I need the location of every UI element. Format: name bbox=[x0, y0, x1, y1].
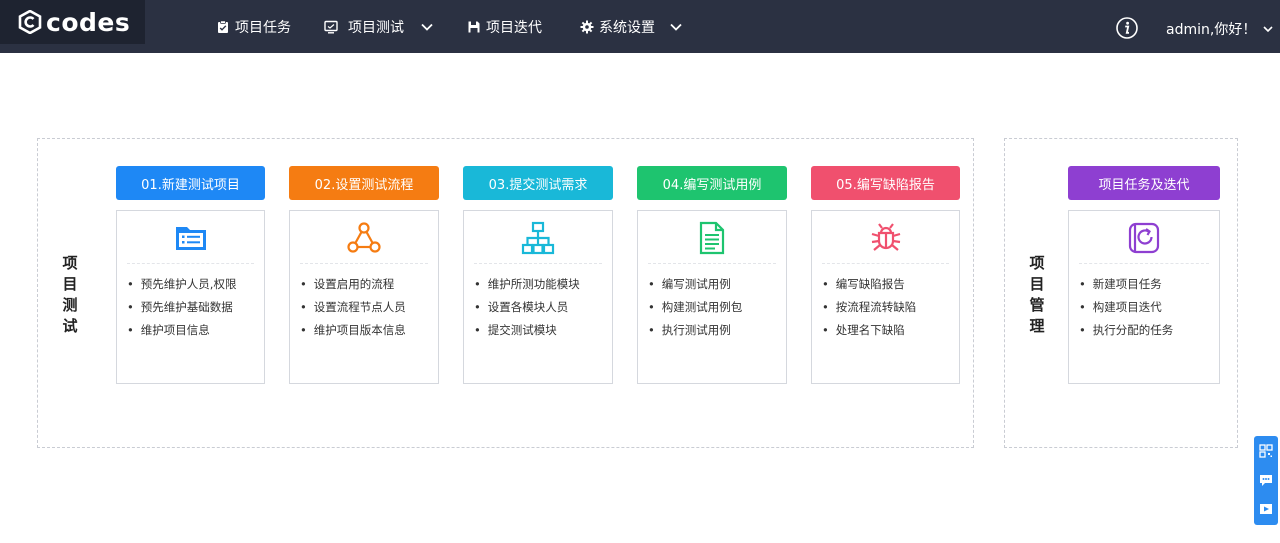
nav-item-project-tasks[interactable]: 项目任务 bbox=[216, 0, 291, 53]
divider bbox=[300, 263, 428, 264]
step-tasks-iterations-card: 新建项目任务 构建项目迭代 执行分配的任务 bbox=[1068, 210, 1220, 384]
list-item: 维护项目版本信息 bbox=[300, 319, 406, 342]
workflow-icon bbox=[347, 222, 381, 253]
list-item: 预先维护基础数据 bbox=[127, 296, 236, 319]
step-write-test-cases-header[interactable]: 04.编写测试用例 bbox=[637, 166, 787, 200]
step-bug-report-card: 编写缺陷报告 按流程流转缺陷 处理名下缺陷 bbox=[811, 210, 960, 384]
step-title: 02.设置测试流程 bbox=[314, 177, 414, 193]
title-char: 项 bbox=[62, 254, 78, 272]
top-navigation-bar: codes 项目任务 项目测试 项目迭代 系统设置 admin,你好！ bbox=[0, 0, 1280, 53]
nav-label: 项目迭代 bbox=[486, 19, 542, 36]
task-cycle-icon bbox=[1128, 222, 1160, 254]
list-item: 新建项目任务 bbox=[1079, 273, 1173, 296]
nav-item-project-testing[interactable]: 项目测试 bbox=[324, 0, 434, 53]
nav-item-project-iteration[interactable]: 项目迭代 bbox=[467, 0, 542, 53]
title-char: 理 bbox=[1029, 317, 1045, 335]
list-item: 执行分配的任务 bbox=[1079, 319, 1174, 342]
list-item: 编写测试用例 bbox=[648, 273, 742, 296]
user-greeting: admin,你好！ bbox=[1166, 21, 1257, 38]
step-task-list: 编写测试用例 构建测试用例包 执行测试用例 bbox=[648, 273, 743, 342]
step-task-list: 编写缺陷报告 按流程流转缺陷 处理名下缺陷 bbox=[822, 273, 917, 342]
list-item: 提交测试模块 bbox=[474, 319, 580, 342]
step-title: 01.新建测试项目 bbox=[141, 177, 240, 193]
title-char: 测 bbox=[62, 296, 78, 314]
title-char: 目 bbox=[1029, 275, 1045, 293]
info-icon[interactable] bbox=[1115, 16, 1139, 40]
step-title: 项目任务及迭代 bbox=[1098, 177, 1190, 193]
folder-list-icon bbox=[175, 227, 206, 250]
step-bug-report-header[interactable]: 05.编写缺陷报告 bbox=[811, 166, 960, 200]
bug-icon bbox=[871, 223, 900, 251]
logo-text: codes bbox=[46, 7, 131, 37]
nav-item-system-settings[interactable]: 系统设置 bbox=[580, 0, 683, 53]
step-task-list: 新建项目任务 构建项目迭代 执行分配的任务 bbox=[1079, 273, 1174, 342]
step-task-list: 维护所测功能模块 设置各模块人员 提交测试模块 bbox=[474, 273, 580, 342]
clipboard-icon bbox=[218, 19, 228, 33]
list-item: 预先维护人员,权限 bbox=[127, 273, 237, 296]
step-submit-requirements-card: 维护所测功能模块 设置各模块人员 提交测试模块 bbox=[463, 210, 613, 384]
step-test-workflow-card: 设置启用的流程 设置流程节点人员 维护项目版本信息 bbox=[289, 210, 439, 384]
project-testing-title: 项 目 测 试 bbox=[61, 253, 79, 337]
list-item: 按流程流转缺陷 bbox=[822, 296, 917, 319]
floating-side-toolbar bbox=[1254, 436, 1278, 525]
divider bbox=[474, 263, 602, 264]
nav-label: 项目任务 bbox=[235, 19, 291, 36]
list-item: 构建测试用例包 bbox=[648, 296, 743, 319]
project-management-title: 项 目 管 理 bbox=[1028, 253, 1046, 337]
divider bbox=[648, 263, 776, 264]
title-char: 管 bbox=[1029, 296, 1045, 314]
title-char: 目 bbox=[62, 275, 78, 293]
nav-label: 项目测试 bbox=[348, 19, 404, 36]
step-title: 05.编写缺陷报告 bbox=[836, 177, 935, 193]
app-logo[interactable]: codes bbox=[0, 0, 145, 44]
step-test-workflow-header[interactable]: 02.设置测试流程 bbox=[289, 166, 439, 200]
chevron-down-icon bbox=[1263, 25, 1273, 32]
monitor-icon bbox=[324, 20, 338, 34]
step-task-list: 预先维护人员,权限 预先维护基础数据 维护项目信息 bbox=[127, 273, 237, 342]
divider bbox=[127, 263, 254, 264]
step-tasks-iterations-header[interactable]: 项目任务及迭代 bbox=[1068, 166, 1220, 200]
list-item: 设置启用的流程 bbox=[300, 273, 406, 296]
save-icon bbox=[468, 21, 480, 32]
list-item: 编写缺陷报告 bbox=[822, 273, 916, 296]
step-write-test-cases-card: 编写测试用例 构建测试用例包 执行测试用例 bbox=[637, 210, 787, 384]
list-item: 设置流程节点人员 bbox=[300, 296, 406, 319]
list-item: 设置各模块人员 bbox=[474, 296, 580, 319]
user-menu[interactable]: admin,你好！ bbox=[1166, 0, 1274, 57]
chevron-down-icon bbox=[421, 23, 433, 31]
list-item: 构建项目迭代 bbox=[1079, 296, 1173, 319]
step-submit-requirements-header[interactable]: 03.提交测试需求 bbox=[463, 166, 613, 200]
qrcode-icon[interactable] bbox=[1259, 444, 1273, 458]
list-item: 处理名下缺陷 bbox=[822, 319, 916, 342]
step-task-list: 设置启用的流程 设置流程节点人员 维护项目版本信息 bbox=[300, 273, 406, 342]
list-item: 维护所测功能模块 bbox=[474, 273, 580, 296]
step-title: 04.编写测试用例 bbox=[662, 177, 762, 193]
chevron-down-icon bbox=[670, 23, 682, 31]
step-title: 03.提交测试需求 bbox=[488, 177, 588, 193]
hierarchy-icon bbox=[521, 221, 555, 255]
video-icon[interactable] bbox=[1259, 502, 1273, 516]
step-new-test-project-card: 预先维护人员,权限 预先维护基础数据 维护项目信息 bbox=[116, 210, 265, 384]
list-item: 执行测试用例 bbox=[648, 319, 742, 342]
title-char: 试 bbox=[62, 317, 78, 335]
codes-logo-icon bbox=[18, 10, 42, 34]
divider bbox=[1079, 263, 1209, 264]
chat-icon[interactable] bbox=[1259, 473, 1273, 487]
document-icon bbox=[699, 221, 725, 255]
list-item: 维护项目信息 bbox=[127, 319, 236, 342]
divider bbox=[822, 263, 949, 264]
gear-icon bbox=[580, 20, 594, 33]
nav-label: 系统设置 bbox=[599, 19, 655, 36]
title-char: 项 bbox=[1029, 254, 1045, 272]
step-new-test-project-header[interactable]: 01.新建测试项目 bbox=[116, 166, 265, 200]
